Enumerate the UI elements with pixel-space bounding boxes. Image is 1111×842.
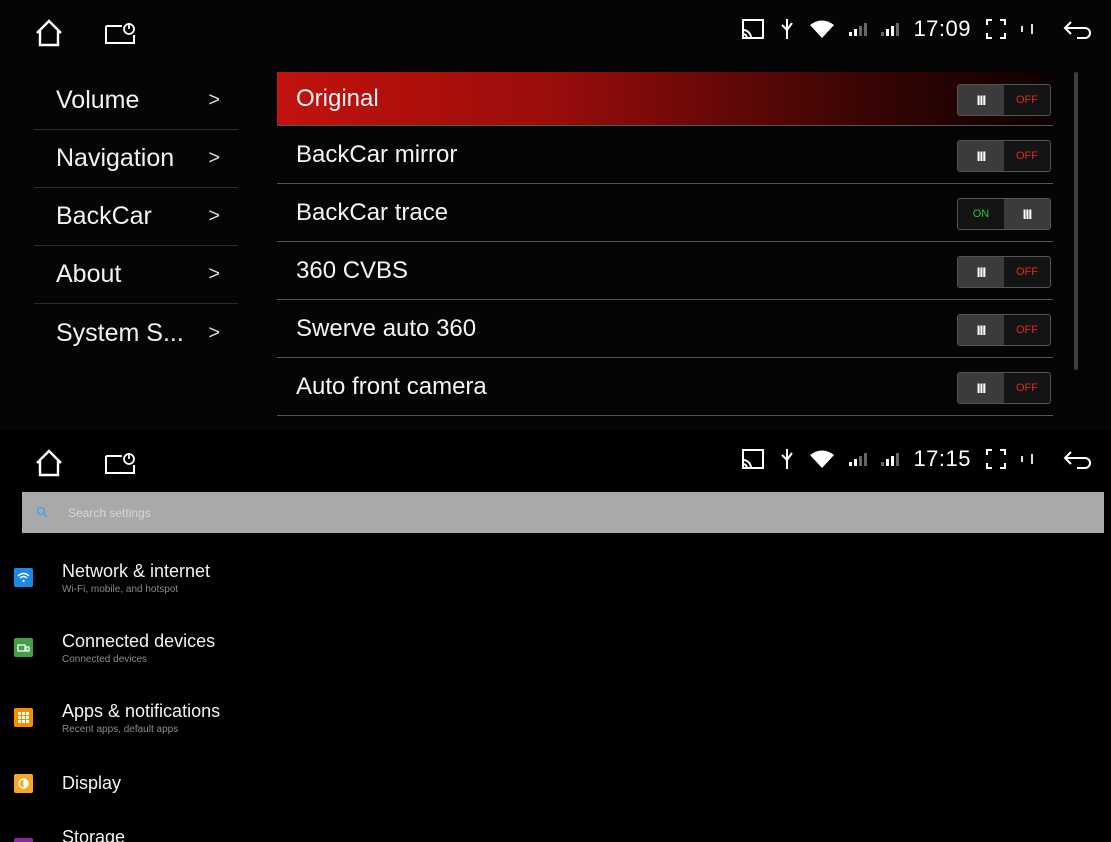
toggle-knob: III	[958, 85, 1004, 115]
toggle-knob: III	[958, 257, 1004, 287]
row-label: Auto front camera	[296, 372, 487, 400]
settings-item-title: Storage	[62, 827, 126, 842]
toggle-state: OFF	[1016, 94, 1038, 106]
row-original[interactable]: Original III OFF	[277, 72, 1053, 126]
cast-icon	[741, 448, 765, 470]
settings-item-subtitle: Wi-Fi, mobile, and hotspot	[62, 584, 179, 595]
search-icon	[36, 503, 48, 522]
settings-item-network[interactable]: Network & internet Wi-Fi, mobile, and hot…	[14, 560, 220, 630]
search-bar[interactable]	[22, 492, 1104, 533]
row-backcar-mirror[interactable]: BackCar mirror III OFF	[277, 126, 1053, 184]
row-label: BackCar mirror	[296, 140, 458, 168]
status-bar: 17:15	[0, 430, 1111, 488]
settings-item-apps[interactable]: Apps & notifications Recent apps, default…	[14, 700, 220, 770]
toggle-original[interactable]: III OFF	[957, 84, 1051, 116]
toggle-state: ON	[972, 208, 990, 220]
menu-item-about[interactable]: About >	[34, 246, 238, 304]
settings-item-connected-devices[interactable]: Connected devices Connected devices	[14, 630, 220, 700]
wifi-icon	[809, 449, 835, 469]
usb-icon	[779, 17, 795, 41]
row-backcar-trace[interactable]: BackCar trace ON III	[277, 184, 1053, 242]
row-label: Original	[296, 84, 379, 112]
menu-item-label: Navigation	[56, 144, 175, 172]
menu-item-label: Volume	[56, 86, 140, 114]
wifi-icon	[809, 19, 835, 39]
signal-strength-icon	[849, 452, 868, 466]
menu-item-navigation[interactable]: Navigation >	[34, 130, 238, 188]
home-icon[interactable]	[34, 448, 64, 478]
settings-item-subtitle: Connected devices	[62, 654, 148, 665]
cast-icon	[741, 18, 765, 40]
toggle-knob: III	[958, 373, 1004, 403]
chevron-right-icon: >	[208, 89, 220, 111]
toggle-knob: III	[1004, 199, 1050, 229]
row-label: BackCar trace	[296, 198, 449, 226]
toggle-backcar-mirror[interactable]: III OFF	[957, 140, 1051, 172]
wifi-icon	[14, 568, 33, 587]
toggle-360-cvbs[interactable]: III OFF	[957, 256, 1051, 288]
storage-icon	[14, 838, 33, 842]
signal-strength-icon-2	[881, 452, 900, 466]
status-bar: 17:09	[0, 0, 1111, 62]
settings-item-subtitle: Recent apps, default apps	[62, 724, 179, 735]
recent-apps-icon[interactable]	[104, 21, 138, 45]
apps-icon	[14, 708, 33, 727]
row-label: Swerve auto 360	[296, 314, 477, 342]
status-time: 17:15	[913, 446, 971, 471]
row-360-cvbs[interactable]: 360 CVBS III OFF	[277, 242, 1053, 300]
signal-strength-icon-2	[881, 22, 900, 36]
chevron-right-icon: >	[208, 147, 220, 169]
menu-item-system-settings[interactable]: System S... >	[34, 304, 238, 362]
row-auto-front-camera[interactable]: Auto front camera III OFF	[277, 358, 1053, 416]
volume-indicator	[1021, 454, 1049, 464]
chevron-right-icon: >	[208, 263, 220, 285]
settings-list: Network & internet Wi-Fi, mobile, and hot…	[14, 560, 220, 842]
backcar-settings-screen: 17:09 Volume > Navigation > BackCar > About…	[0, 0, 1111, 430]
toggle-knob: III	[958, 141, 1004, 171]
settings-item-storage[interactable]: Storage	[14, 826, 220, 842]
backcar-options-list: Original III OFF BackCar mirror III OFF Ba…	[277, 72, 1053, 416]
scrollbar[interactable]	[1074, 72, 1078, 370]
menu-item-label: BackCar	[56, 202, 152, 230]
display-icon	[14, 774, 33, 793]
search-input[interactable]	[66, 504, 670, 521]
back-icon[interactable]	[1063, 18, 1093, 40]
toggle-state: OFF	[1016, 382, 1038, 394]
chevron-right-icon: >	[208, 321, 220, 344]
row-swerve-auto-360[interactable]: Swerve auto 360 III OFF	[277, 300, 1053, 358]
menu-item-backcar[interactable]: BackCar >	[34, 188, 238, 246]
row-label: 360 CVBS	[296, 256, 409, 284]
toggle-state: OFF	[1016, 324, 1038, 336]
settings-item-title: Connected devices	[62, 631, 216, 651]
usb-icon	[779, 447, 795, 471]
signal-strength-icon	[849, 22, 868, 36]
back-icon[interactable]	[1063, 448, 1093, 470]
settings-item-display[interactable]: Display	[14, 770, 220, 826]
toggle-swerve-auto-360[interactable]: III OFF	[957, 314, 1051, 346]
chevron-right-icon: >	[208, 205, 220, 227]
toggle-knob: III	[958, 315, 1004, 345]
fullscreen-icon[interactable]	[985, 18, 1007, 40]
toggle-state: OFF	[1016, 150, 1038, 162]
toggle-backcar-trace[interactable]: ON III	[957, 198, 1051, 230]
recent-apps-icon[interactable]	[104, 451, 138, 475]
toggle-auto-front-camera[interactable]: III OFF	[957, 372, 1051, 404]
android-settings-screen: 17:15 Network & internet Wi-Fi, mobile, a…	[0, 430, 1111, 842]
toggle-state: OFF	[1016, 266, 1038, 278]
settings-item-title: Network & internet	[62, 561, 211, 581]
fullscreen-icon[interactable]	[985, 448, 1007, 470]
home-icon[interactable]	[34, 18, 64, 48]
menu-item-volume[interactable]: Volume >	[34, 72, 238, 130]
volume-indicator	[1021, 24, 1049, 34]
settings-menu: Volume > Navigation > BackCar > About > Syst…	[34, 72, 238, 362]
menu-item-label: About	[56, 260, 122, 288]
settings-item-title: Display	[62, 773, 122, 793]
devices-icon	[14, 638, 33, 657]
status-time: 17:09	[913, 16, 971, 41]
menu-item-label: System S...	[56, 318, 184, 347]
settings-item-title: Apps & notifications	[62, 701, 221, 721]
